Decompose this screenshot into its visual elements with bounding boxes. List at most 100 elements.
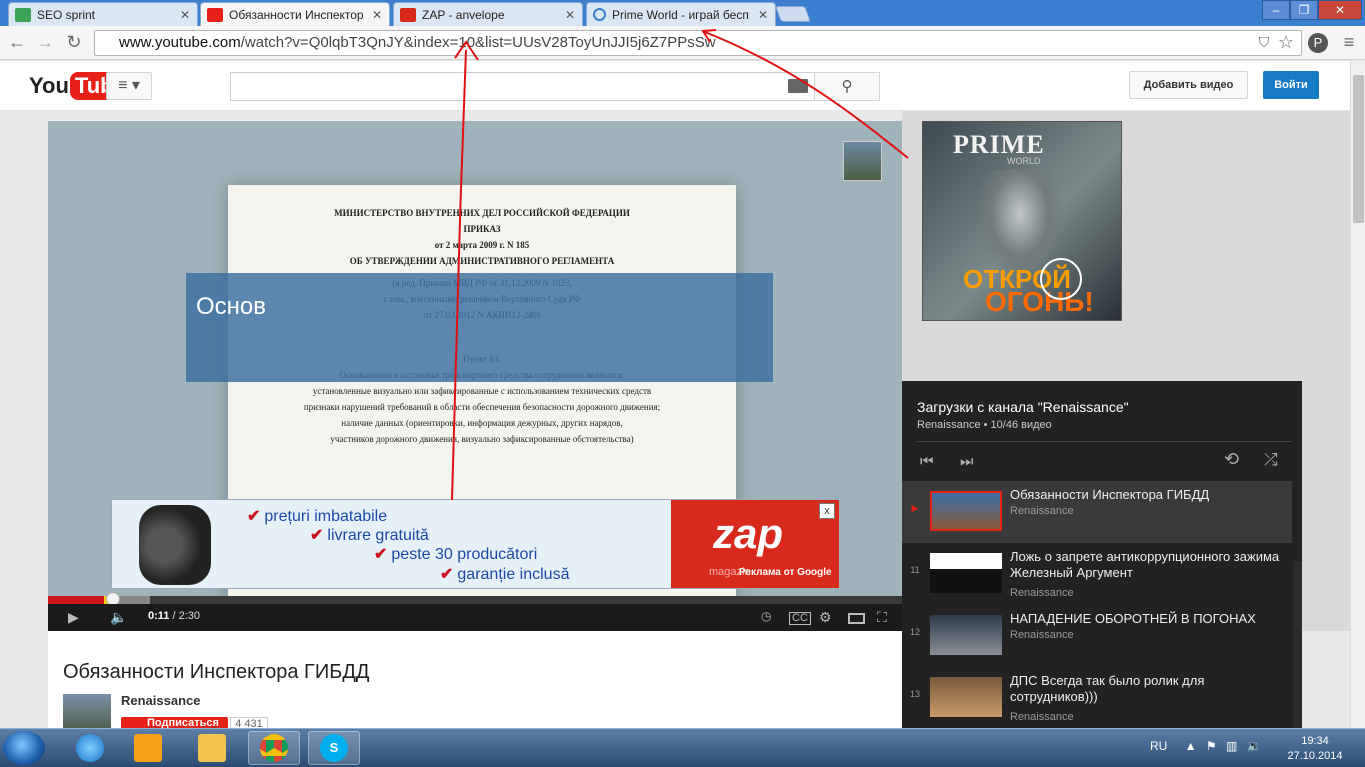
url-path: /watch?v=Q0lqbT3QnJY&index=10&list=UUsV2… <box>240 34 716 51</box>
playlist-scrollbar[interactable] <box>1293 561 1302 728</box>
video-annotation[interactable]: Основ <box>186 273 773 382</box>
playlist-item-title: Ложь о запрете антикоррупционного зажима… <box>1010 549 1280 580</box>
taskbar-skype[interactable]: S <box>308 731 360 765</box>
shield-icon[interactable]: ⛉ <box>1253 31 1275 53</box>
checkmark-icon: ✔ <box>374 546 388 563</box>
tab-title: ZAP - anvelope <box>422 7 505 22</box>
loop-icon[interactable]: ⟲ <box>1224 449 1239 470</box>
captions-icon[interactable]: CC <box>789 612 811 625</box>
search-input[interactable] <box>230 72 815 101</box>
clock[interactable]: 19:34 27.10.2014 <box>1280 734 1350 764</box>
scrollbar-thumb[interactable] <box>1353 75 1364 223</box>
document-line: МИНИСТЕРСТВО ВНУТРЕННИХ ДЕЛ РОССИЙСКОЙ Ф… <box>334 208 630 218</box>
skype-icon: S <box>320 734 348 762</box>
fullscreen-icon[interactable]: ⛶ <box>877 609 887 626</box>
search-button[interactable]: ⚲ <box>814 72 880 101</box>
url-domain: www.youtube.com <box>119 34 241 51</box>
keyboard-icon[interactable] <box>788 79 808 93</box>
close-window-button[interactable]: ✕ <box>1318 0 1362 20</box>
zap-logo[interactable]: zap magazin Реклама от Google <box>671 500 839 588</box>
tires-image <box>139 505 211 585</box>
playlist-item[interactable]: 11 Ложь о запрете антикоррупционного зажи… <box>902 543 1292 605</box>
document-line: наличие данных (ориентировки, информация… <box>341 418 623 428</box>
playlist-item[interactable]: 13 ДПС Всегда так было ролик для сотрудни… <box>902 667 1292 728</box>
tab-prime-world[interactable]: Prime World - играй бесп ✕ <box>586 2 776 26</box>
volume-icon[interactable]: 🔈 <box>110 609 127 626</box>
logo-text-you: You <box>29 73 69 98</box>
overlay-ad-banner[interactable]: ✔ prețuri imbatabile ✔ livrare gratuită ✔ p… <box>111 499 839 589</box>
forward-arrow-icon[interactable]: → <box>34 31 56 53</box>
guide-menu-button[interactable]: ≡ ▾ <box>106 72 152 100</box>
ad-close-icon[interactable]: x <box>819 503 835 519</box>
search-icon: ⚲ <box>841 78 853 95</box>
hamburger-icon: ≡ ▾ <box>118 77 140 94</box>
progress-bar[interactable] <box>48 592 902 606</box>
browser-toolbar: ← → ↻ www.youtube.com/watch?v=Q0lqbT3QnJ… <box>0 26 1365 60</box>
menu-icon[interactable]: ≡ <box>1338 31 1360 53</box>
youtube-header: You Tube ≡ ▾ ⚲ Добавить видео Войти <box>0 61 1350 111</box>
address-bar[interactable]: www.youtube.com/watch?v=Q0lqbT3QnJY&inde… <box>94 30 1302 56</box>
flag-icon[interactable]: ⚑ <box>1206 739 1217 753</box>
close-tab-icon[interactable]: ✕ <box>179 8 191 22</box>
minimize-button[interactable]: – <box>1262 0 1290 20</box>
playlist-item[interactable]: 12 НАПАДЕНИЕ ОБОРОТНЕЙ В ПОГОНАХ Renaissan… <box>902 605 1292 667</box>
zap-brand: zap <box>713 510 784 557</box>
theater-mode-icon[interactable] <box>848 613 865 624</box>
reload-icon[interactable]: ↻ <box>63 31 85 53</box>
playlist-item-channel: Renaissance <box>1010 505 1074 517</box>
sign-in-button[interactable]: Войти <box>1263 71 1319 99</box>
playlist-item-index: 11 <box>910 565 920 575</box>
now-playing-icon: ▶ <box>911 503 919 513</box>
taskbar-media-player[interactable] <box>122 731 174 765</box>
playlist-item-channel: Renaissance <box>1010 629 1074 641</box>
channel-name[interactable]: Renaissance <box>121 693 201 708</box>
next-icon[interactable]: ⏭ <box>960 453 974 470</box>
playlist-item-channel: Renaissance <box>1010 711 1074 723</box>
taskbar-ie[interactable] <box>64 731 116 765</box>
close-tab-icon[interactable]: ✕ <box>371 8 383 22</box>
tab-zap[interactable]: ZAP - anvelope ✕ <box>393 2 583 26</box>
playlist-item-title: НАПАДЕНИЕ ОБОРОТНЕЙ В ПОГОНАХ <box>1010 611 1256 626</box>
zap-favicon-icon <box>400 7 416 22</box>
playlist-title[interactable]: Загрузки с канала "Renaissance" <box>917 399 1129 415</box>
checkmark-icon: ✔ <box>310 527 324 544</box>
volume-tray-icon[interactable]: 🔉 <box>1247 739 1262 753</box>
close-tab-icon[interactable]: ✕ <box>564 8 576 22</box>
document-line: от 2 марта 2009 г. N 185 <box>434 240 530 250</box>
prime-world-ad[interactable]: PRIME WORLD ОТКРОЙ ОГОНЬ! <box>922 121 1122 321</box>
back-arrow-icon[interactable]: ← <box>6 31 28 53</box>
channel-branding-avatar[interactable] <box>843 141 882 181</box>
maximize-button[interactable]: ❐ <box>1290 0 1318 20</box>
previous-icon[interactable]: ⏮ <box>920 453 934 470</box>
time-display: 0:11 / 2:30 <box>148 610 201 622</box>
playlist-items: ▶ Обязанности Инспектора ГИБДД Renaissance… <box>902 481 1292 728</box>
media-player-icon <box>134 734 162 762</box>
upload-button[interactable]: Добавить видео <box>1129 71 1248 99</box>
chrome-icon <box>260 734 288 762</box>
close-tab-icon[interactable]: ✕ <box>757 8 769 22</box>
playlist-item-thumbnail <box>930 553 1002 593</box>
bookmark-star-icon[interactable]: ☆ <box>1275 31 1297 53</box>
video-player[interactable]: МИНИСТЕРСТВО ВНУТРЕННИХ ДЕЛ РОССИЙСКОЙ Ф… <box>48 121 902 631</box>
ads-by-google-label[interactable]: Реклама от Google <box>739 567 832 578</box>
taskbar-chrome[interactable] <box>248 731 300 765</box>
playlist-item-thumbnail <box>930 491 1002 531</box>
video-info: Обязанности Инспектора ГИБДД Renaissance… <box>48 631 902 734</box>
playlist-item[interactable]: ▶ Обязанности Инспектора ГИБДД Renaissance <box>902 481 1292 543</box>
extension-icon[interactable]: P <box>1308 33 1328 53</box>
tab-youtube[interactable]: Обязанности Инспектор ✕ <box>200 2 390 26</box>
language-indicator[interactable]: RU <box>1150 739 1167 753</box>
show-hidden-icons-icon[interactable]: ▲ <box>1185 739 1197 753</box>
page-scrollbar[interactable] <box>1350 61 1365 728</box>
settings-gear-icon[interactable]: ⚙ <box>819 609 832 626</box>
checkmark-icon: ✔ <box>247 508 261 525</box>
start-button[interactable] <box>3 731 45 765</box>
watch-later-icon[interactable]: ◷ <box>761 609 771 623</box>
played-bar <box>48 596 111 604</box>
tab-seo-sprint[interactable]: SEO sprint ✕ <box>8 2 198 26</box>
network-icon[interactable]: ▥ <box>1226 739 1237 753</box>
taskbar-explorer[interactable] <box>186 731 238 765</box>
play-icon[interactable]: ▶ <box>68 609 79 626</box>
shuffle-icon[interactable]: ⤮ <box>1264 450 1278 470</box>
new-tab-button[interactable] <box>775 6 811 22</box>
